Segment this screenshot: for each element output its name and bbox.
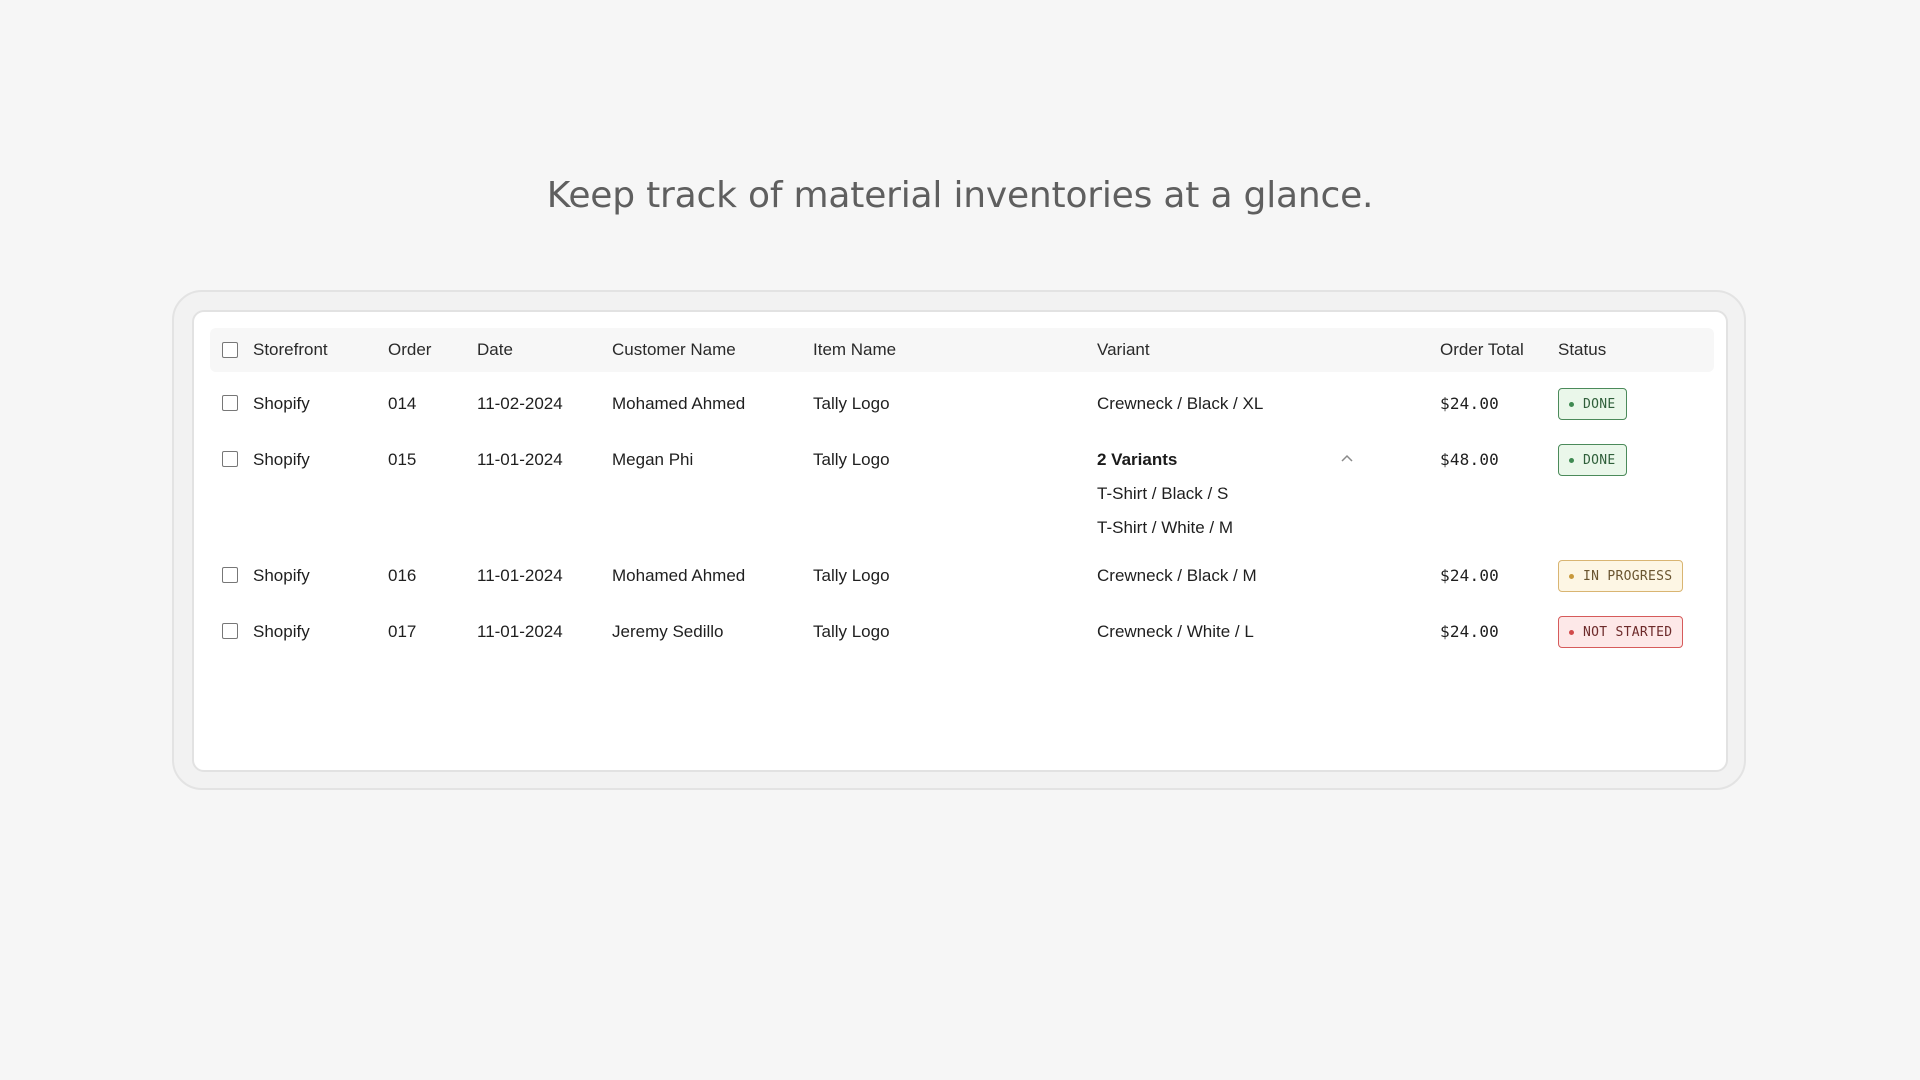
header-order[interactable]: Order [388,339,431,361]
header-variant[interactable]: Variant [1097,339,1150,361]
storefront-cell: Shopify [253,566,310,585]
select-all-checkbox[interactable] [222,342,238,358]
status-dot-icon [1569,457,1574,463]
chevron-up-icon[interactable] [1340,453,1354,463]
orders-card: Storefront Order Date Customer Name Item… [192,310,1728,772]
orders-table: Storefront Order Date Customer Name Item… [210,328,1714,660]
order-cell: 016 [388,566,417,585]
status-label: DONE [1583,452,1616,468]
date-cell: 11-01-2024 [477,622,563,641]
header-date[interactable]: Date [477,339,513,361]
item-cell: Tally Logo [813,394,890,413]
status-badge[interactable]: IN PROGRESS [1558,560,1684,592]
table-row[interactable]: Shopify 016 11-01-2024 Mohamed Ahmed Tal… [210,548,1714,604]
header-status[interactable]: Status [1558,339,1606,361]
header-storefront[interactable]: Storefront [253,339,328,361]
variant-cell: Crewneck / White / L [1097,622,1254,641]
row-checkbox[interactable] [222,623,238,639]
order-total-cell: $24.00 [1440,622,1499,641]
customer-cell: Jeremy Sedillo [612,622,724,641]
customer-cell: Mohamed Ahmed [612,394,746,413]
item-cell: Tally Logo [813,622,890,641]
sub-variant: T-Shirt / White / M [1097,518,1234,537]
row-checkbox[interactable] [222,395,238,411]
row-checkbox[interactable] [222,567,238,583]
item-cell: Tally Logo [813,566,890,585]
storefront-cell: Shopify [253,622,310,641]
order-cell: 014 [388,394,417,413]
header-customer-name[interactable]: Customer Name [612,339,736,361]
date-cell: 11-02-2024 [477,394,563,413]
status-label: DONE [1583,396,1616,412]
order-total-cell: $24.00 [1440,566,1499,585]
variant-cell: Crewneck / Black / XL [1097,394,1264,413]
customer-cell: Megan Phi [612,450,694,469]
header-item-name[interactable]: Item Name [813,339,896,361]
status-badge[interactable]: DONE [1558,388,1627,420]
status-badge[interactable]: NOT STARTED [1558,616,1684,648]
table-header: Storefront Order Date Customer Name Item… [210,328,1714,372]
header-order-total[interactable]: Order Total [1440,339,1524,361]
variant-cell: Crewneck / Black / M [1097,566,1257,585]
status-dot-icon [1569,629,1574,635]
page-headline: Keep track of material inventories at a … [546,175,1374,216]
status-label: IN PROGRESS [1583,568,1673,584]
order-total-cell: $48.00 [1440,450,1499,469]
table-row[interactable]: Shopify 014 11-02-2024 Mohamed Ahmed Tal… [210,376,1714,432]
order-total-cell: $24.00 [1440,394,1499,413]
date-cell: 11-01-2024 [477,450,563,469]
storefront-cell: Shopify [253,394,310,413]
table-row[interactable]: Shopify 015 11-01-2024 Megan Phi Tally L… [210,432,1714,548]
status-dot-icon [1569,401,1574,407]
item-cell: Tally Logo [813,450,890,469]
variant-count[interactable]: 2 Variants [1097,449,1177,471]
order-cell: 017 [388,622,417,641]
status-badge[interactable]: DONE [1558,444,1627,476]
sub-variant: T-Shirt / Black / S [1097,484,1229,503]
storefront-cell: Shopify [253,450,310,469]
table-row[interactable]: Shopify 017 11-01-2024 Jeremy Sedillo Ta… [210,604,1714,660]
order-cell: 015 [388,450,417,469]
status-label: NOT STARTED [1583,624,1673,640]
date-cell: 11-01-2024 [477,566,563,585]
status-dot-icon [1569,573,1574,579]
customer-cell: Mohamed Ahmed [612,566,746,585]
row-checkbox[interactable] [222,451,238,467]
